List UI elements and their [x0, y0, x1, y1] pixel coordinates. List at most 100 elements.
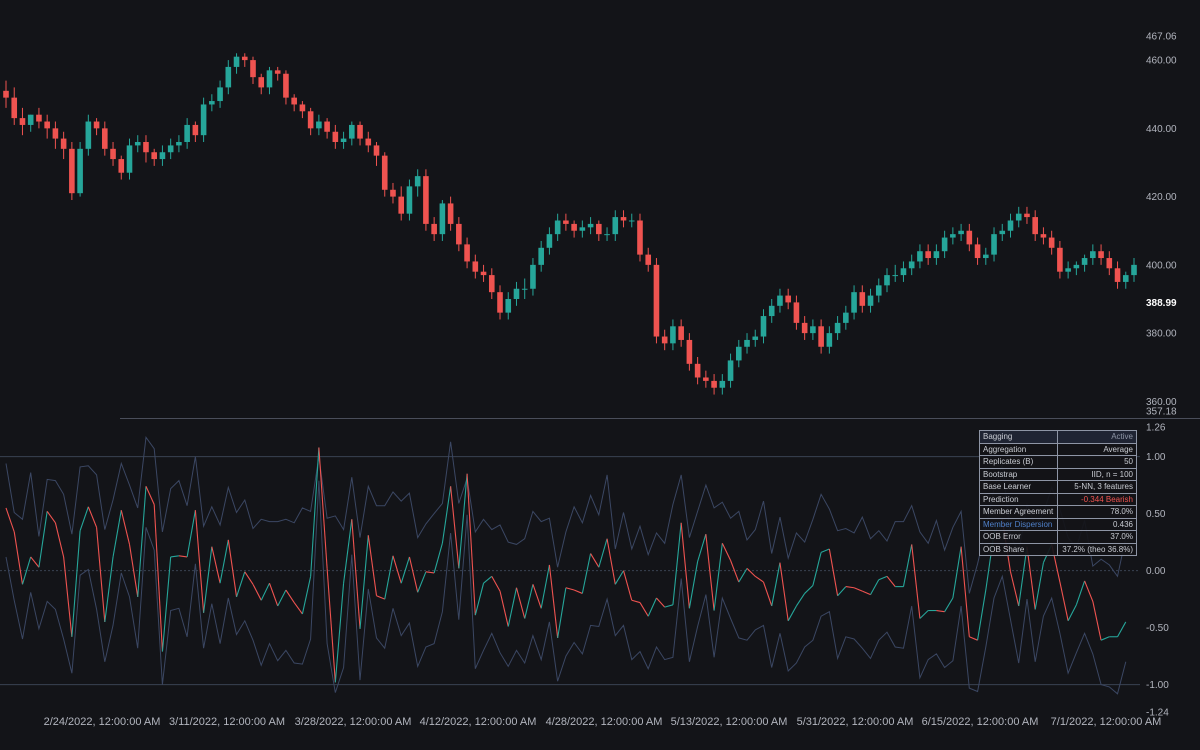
candle-body	[60, 138, 67, 149]
prediction-segment	[417, 571, 427, 593]
candle	[637, 213, 643, 262]
candle	[719, 374, 726, 395]
indicator-axis-label: 1.00	[1146, 452, 1166, 463]
candle	[464, 237, 470, 269]
candle	[513, 281, 520, 306]
candle-body	[653, 264, 660, 337]
candle	[1007, 213, 1014, 238]
info-label: OOB Share	[978, 542, 1059, 556]
candle	[587, 217, 594, 235]
candle-body	[192, 124, 199, 136]
candle-body	[1007, 220, 1014, 231]
candle	[44, 114, 50, 139]
candle-body	[1131, 264, 1137, 276]
prediction-segment	[244, 571, 254, 585]
prediction-segment	[400, 556, 410, 584]
prediction-segment	[721, 543, 732, 561]
prediction-segment	[647, 597, 657, 617]
prediction-segment	[1067, 604, 1077, 622]
candle	[27, 114, 34, 132]
prediction-segment	[145, 486, 155, 505]
candle-body	[530, 264, 536, 289]
candle	[843, 305, 849, 330]
candle	[982, 247, 989, 265]
candle	[703, 370, 709, 388]
info-value: 0.436	[1057, 517, 1137, 531]
candle	[1098, 244, 1104, 265]
candle	[176, 135, 182, 153]
candle-body	[299, 104, 306, 112]
candle-body	[826, 333, 833, 347]
candle	[1114, 261, 1121, 289]
prediction-segment	[186, 510, 196, 558]
prediction-segment	[376, 595, 385, 600]
candle	[36, 107, 42, 129]
prediction-segment	[902, 544, 913, 587]
candle-body	[69, 148, 75, 194]
date-tick-label: 4/28/2022, 12:00:00 AM	[546, 716, 663, 728]
candle-body	[340, 138, 347, 143]
prediction-segment	[260, 582, 270, 601]
prediction-segment	[540, 564, 550, 609]
candle	[258, 73, 265, 95]
candle	[11, 87, 18, 125]
candle	[670, 319, 676, 351]
info-value: 50	[1057, 455, 1137, 469]
candle	[497, 285, 503, 320]
prediction-segment	[705, 534, 715, 611]
chart-canvas: 467.06 460.00 440.00 420.00 400.00 388.99 380.…	[0, 32, 1200, 728]
prediction-segment	[969, 636, 978, 641]
candle-body	[958, 230, 964, 235]
price-axis-label: 467.06	[1146, 32, 1177, 43]
candle-body	[134, 142, 141, 146]
candle	[225, 60, 232, 95]
indicator-reference-lines	[0, 456, 1140, 686]
candle-body	[274, 70, 281, 74]
prediction-segment	[277, 589, 287, 607]
candle-body	[727, 360, 734, 381]
candle-body	[554, 220, 561, 235]
price-axis-label: 440.00	[1146, 124, 1177, 135]
candle	[1065, 261, 1071, 279]
candle-body	[752, 336, 759, 340]
price-axis-label: 420.00	[1146, 192, 1177, 203]
candle	[349, 121, 355, 146]
candle-body	[925, 251, 931, 259]
indicator-axis-label: -1.00	[1146, 680, 1169, 691]
candle	[340, 131, 347, 149]
candle	[653, 258, 660, 344]
candle-body	[843, 312, 849, 323]
candle-body	[464, 244, 470, 262]
candle-body	[480, 271, 487, 276]
prediction-segment	[112, 510, 122, 558]
candle-body	[744, 339, 750, 347]
candle-body	[36, 114, 42, 122]
candle-body	[587, 223, 594, 228]
candle-body	[859, 292, 866, 306]
candle-body	[1048, 237, 1055, 248]
prediction-segment	[46, 511, 56, 524]
candle	[991, 227, 997, 262]
candle	[480, 264, 487, 282]
prediction-segment	[787, 605, 797, 622]
candle	[851, 285, 857, 320]
info-row: Base Learner 5-NN, 3 features	[978, 480, 1137, 494]
candle	[126, 138, 133, 180]
info-label: Replicates (B)	[978, 455, 1059, 469]
candle	[834, 316, 841, 340]
candle-body	[19, 118, 26, 125]
candle-body	[118, 159, 125, 173]
prediction-segment	[170, 555, 179, 558]
candle	[875, 278, 882, 303]
candle	[620, 210, 627, 228]
prediction-segment	[252, 584, 262, 601]
candle	[1122, 271, 1129, 289]
candle	[93, 118, 100, 136]
info-value: 78.0%	[1057, 505, 1137, 519]
candle-body	[1073, 264, 1080, 269]
candle-body	[357, 124, 363, 139]
candle-body	[1090, 251, 1096, 259]
candle	[291, 94, 297, 112]
candle	[250, 56, 256, 84]
prediction-segment	[1117, 621, 1127, 638]
